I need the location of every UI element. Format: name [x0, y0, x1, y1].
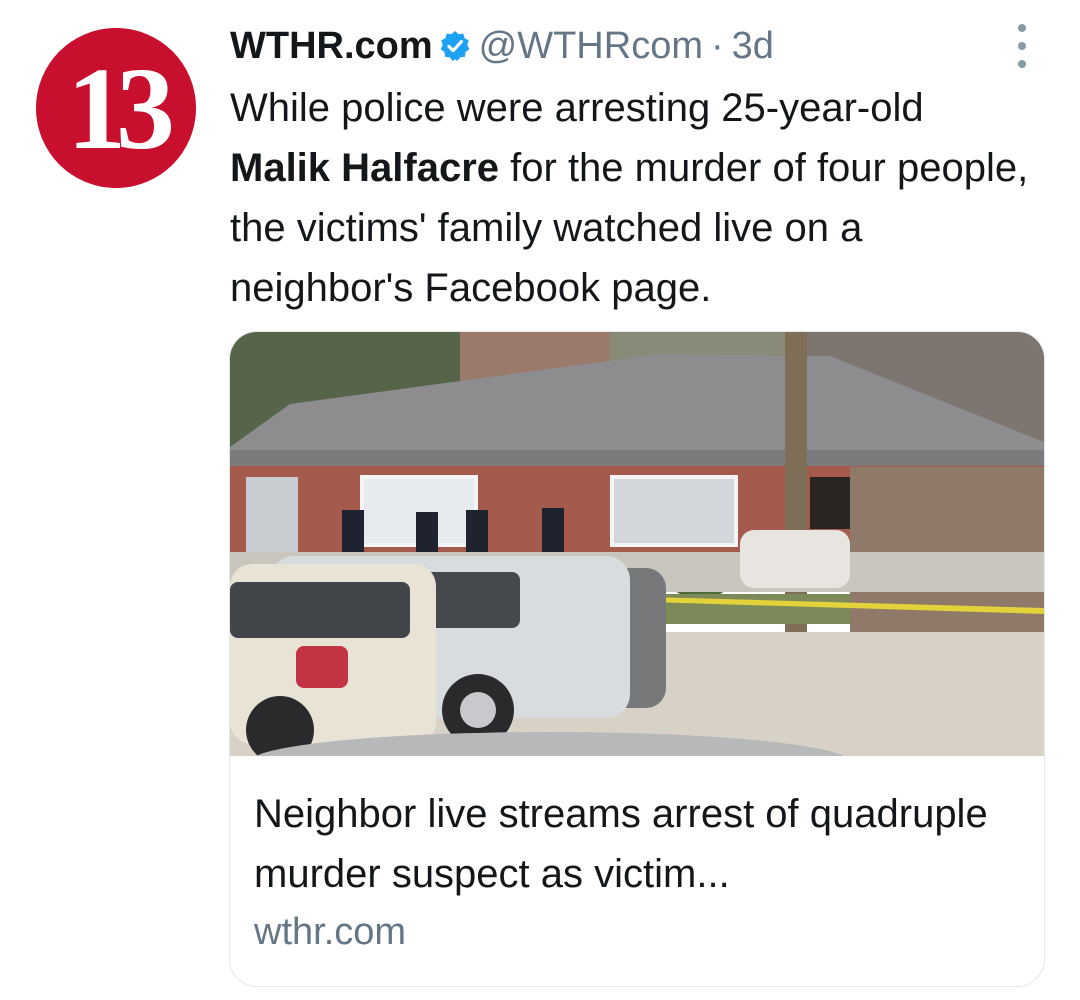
tweet-header: WTHR.com @WTHRcom · 3d	[230, 22, 774, 70]
more-options-icon[interactable]	[1008, 24, 1036, 68]
card-title[interactable]: Neighbor live streams arrest of quadrupl…	[254, 784, 1024, 904]
tweet-text-part1: While police were arresting 25-year-old	[230, 86, 924, 130]
display-name[interactable]: WTHR.com	[230, 22, 433, 70]
tweet[interactable]: 13 WTHR.com @WTHRcom · 3d While police w…	[0, 0, 1080, 1000]
user-handle[interactable]: @WTHRcom	[479, 22, 703, 70]
tweet-text: While police were arresting 25-year-old …	[230, 78, 1030, 318]
avatar[interactable]: 13	[36, 28, 196, 188]
separator-dot: ·	[710, 25, 724, 67]
verified-badge-icon	[439, 30, 471, 62]
link-card[interactable]: Neighbor live streams arrest of quadrupl…	[229, 331, 1045, 987]
station-logo-icon: 13	[36, 28, 196, 188]
logo-text: 13	[67, 43, 171, 174]
tweet-text-bold-name: Malik Halfacre	[230, 146, 500, 190]
card-domain[interactable]: wthr.com	[254, 908, 406, 956]
tweet-timestamp[interactable]: 3d	[732, 22, 774, 70]
news-photo-image[interactable]	[230, 332, 1044, 756]
